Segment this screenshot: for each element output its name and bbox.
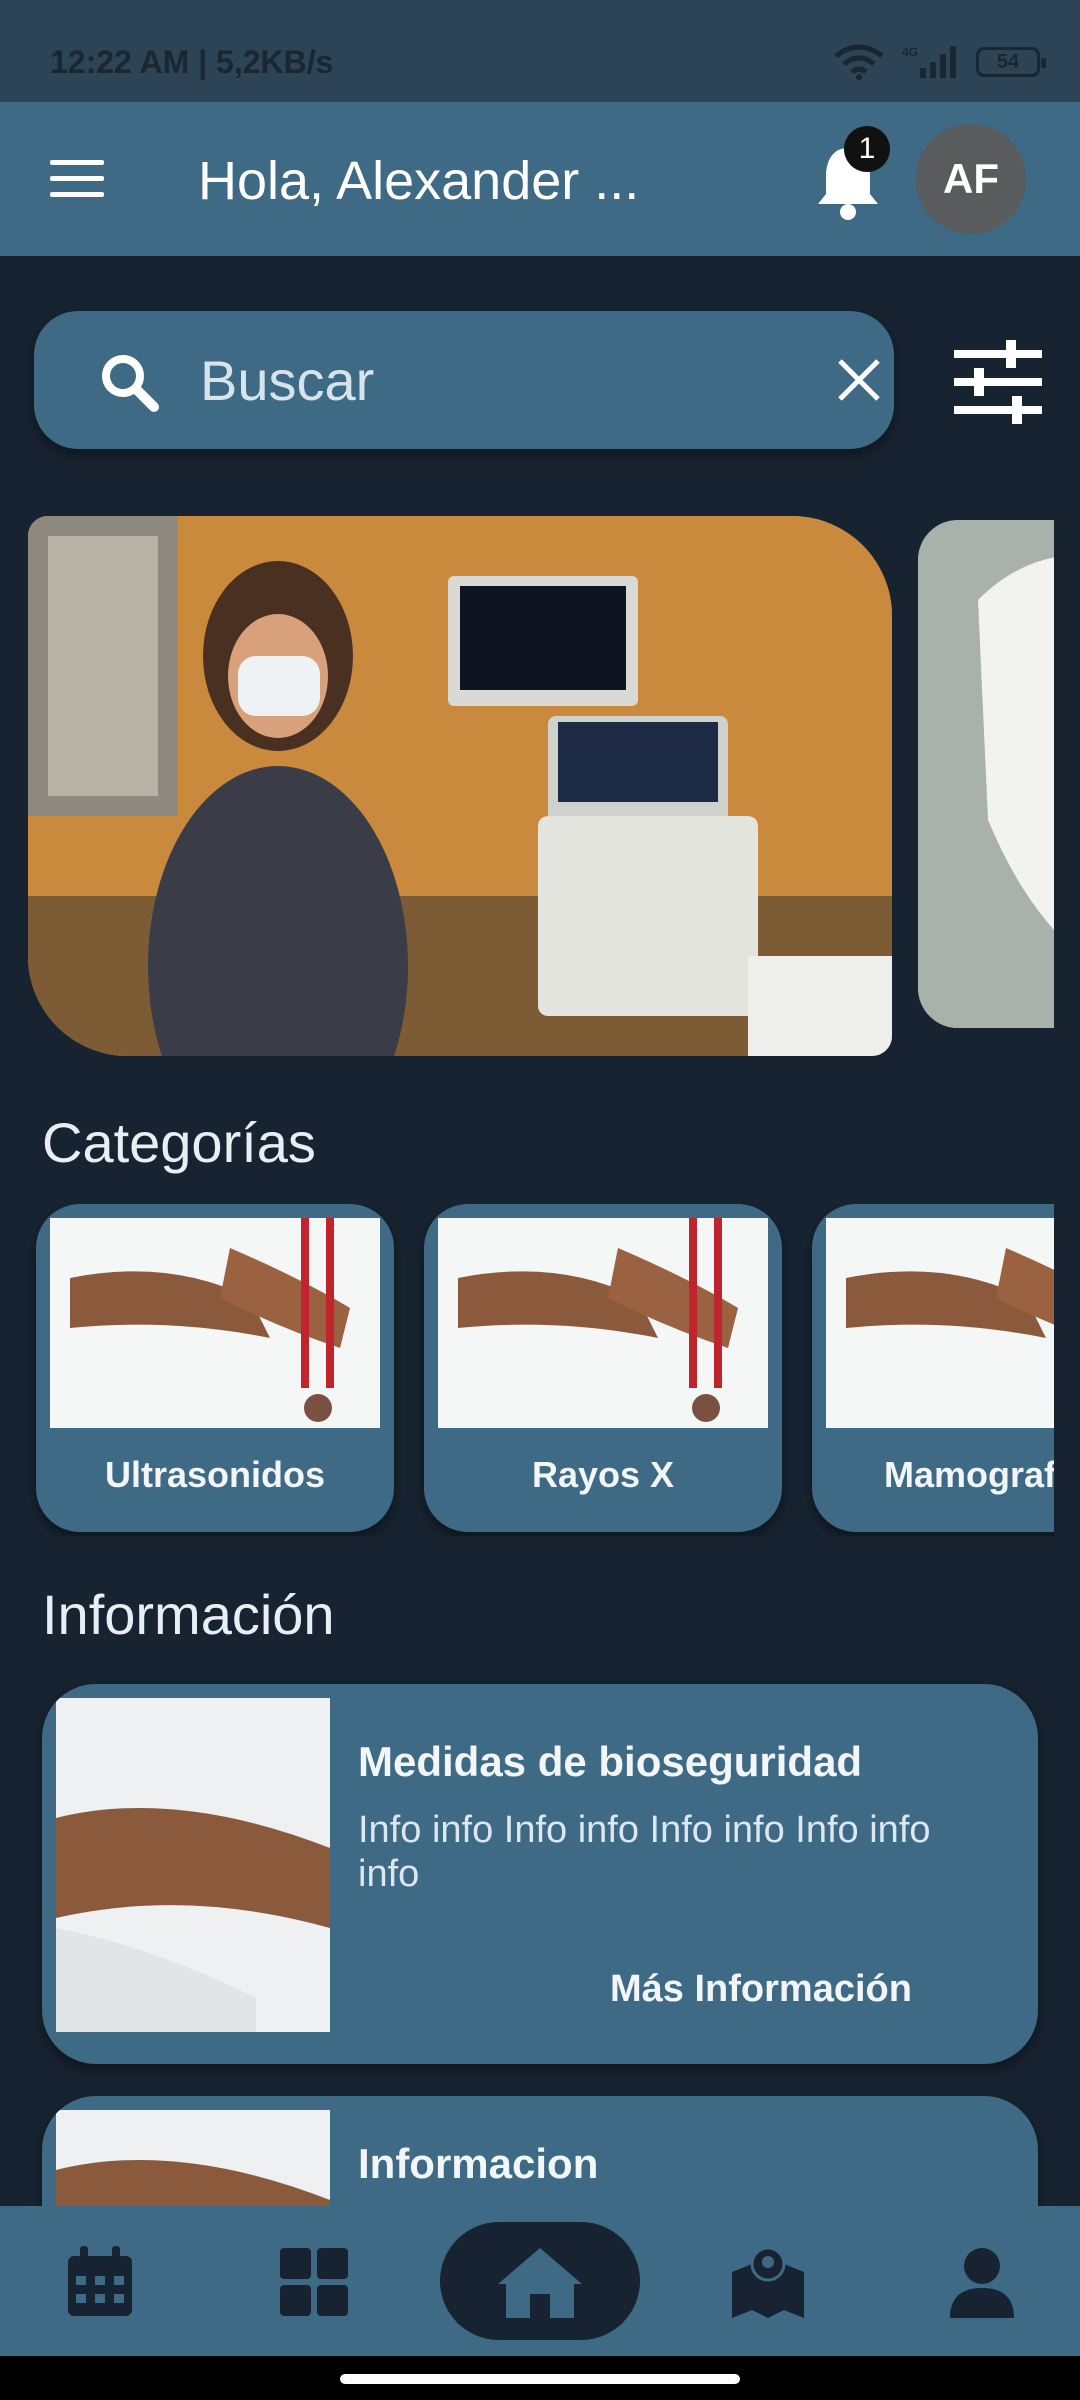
- category-card[interactable]: Ultrasonidos: [36, 1204, 394, 1532]
- info-title: Medidas de bioseguridad: [358, 1738, 863, 1785]
- status-icons: 4G 54: [834, 44, 1046, 80]
- close-icon[interactable]: [836, 357, 882, 403]
- calendar-icon[interactable]: [60, 2242, 140, 2322]
- category-label: Mamografía: [884, 1454, 1054, 1495]
- category-card[interactable]: Mamografía: [812, 1204, 1054, 1532]
- signal-icon: 4G: [902, 45, 956, 78]
- info-card[interactable]: Medidas de bioseguridad Info info Info i…: [42, 1684, 1038, 2064]
- notification-badge: 1: [844, 126, 890, 172]
- home-icon: [498, 2248, 582, 2318]
- category-image: [826, 1218, 1054, 1428]
- category-label: Rayos X: [531, 1454, 675, 1495]
- grid-icon[interactable]: [274, 2242, 354, 2322]
- menu-icon[interactable]: [50, 160, 104, 198]
- status-bar: 12:22 AM | 5,2KB/s 4G 54: [0, 0, 1080, 102]
- battery-icon: 54: [976, 47, 1046, 77]
- search-icon: [102, 355, 159, 412]
- category-label: Ultrasonidos: [104, 1454, 326, 1495]
- banner-image[interactable]: [28, 516, 892, 1056]
- home-indicator[interactable]: [340, 2374, 740, 2384]
- banner-photo: [28, 516, 892, 1056]
- filter-icon[interactable]: [954, 340, 1042, 424]
- banner-next-image[interactable]: [918, 520, 1054, 1028]
- categories-list: Ultrasonidos Rayos X Mamografía: [0, 1204, 1054, 1536]
- more-info-link[interactable]: Más Información: [610, 1968, 912, 2011]
- search-bar: [34, 311, 894, 449]
- home-tab[interactable]: [440, 2222, 640, 2340]
- info-image: [56, 1698, 330, 2032]
- categories-title: Categorías: [42, 1111, 316, 1174]
- avatar[interactable]: AF: [916, 124, 1026, 234]
- bottom-navigation: [0, 2206, 1080, 2356]
- svg-text:4G: 4G: [902, 45, 918, 59]
- info-title: Informacion: [358, 2140, 599, 2187]
- banner-next-photo: [918, 520, 1054, 1028]
- greeting-title: Hola, Alexander ...: [198, 151, 640, 211]
- category-card[interactable]: Rayos X: [424, 1204, 782, 1532]
- info-section-title: Información: [42, 1583, 335, 1646]
- search-input[interactable]: [200, 339, 800, 421]
- info-body: Info info Info info Info info Info info …: [358, 1809, 931, 1895]
- category-image: [438, 1218, 768, 1428]
- app-bar: Hola, Alexander ... 1 AF: [0, 102, 1080, 256]
- banner-carousel[interactable]: [0, 516, 1054, 1056]
- map-icon[interactable]: [728, 2242, 808, 2322]
- wifi-icon: [834, 44, 884, 80]
- person-icon[interactable]: [942, 2242, 1022, 2322]
- category-image: [50, 1218, 380, 1428]
- status-time: 12:22 AM | 5,2KB/s: [50, 44, 334, 80]
